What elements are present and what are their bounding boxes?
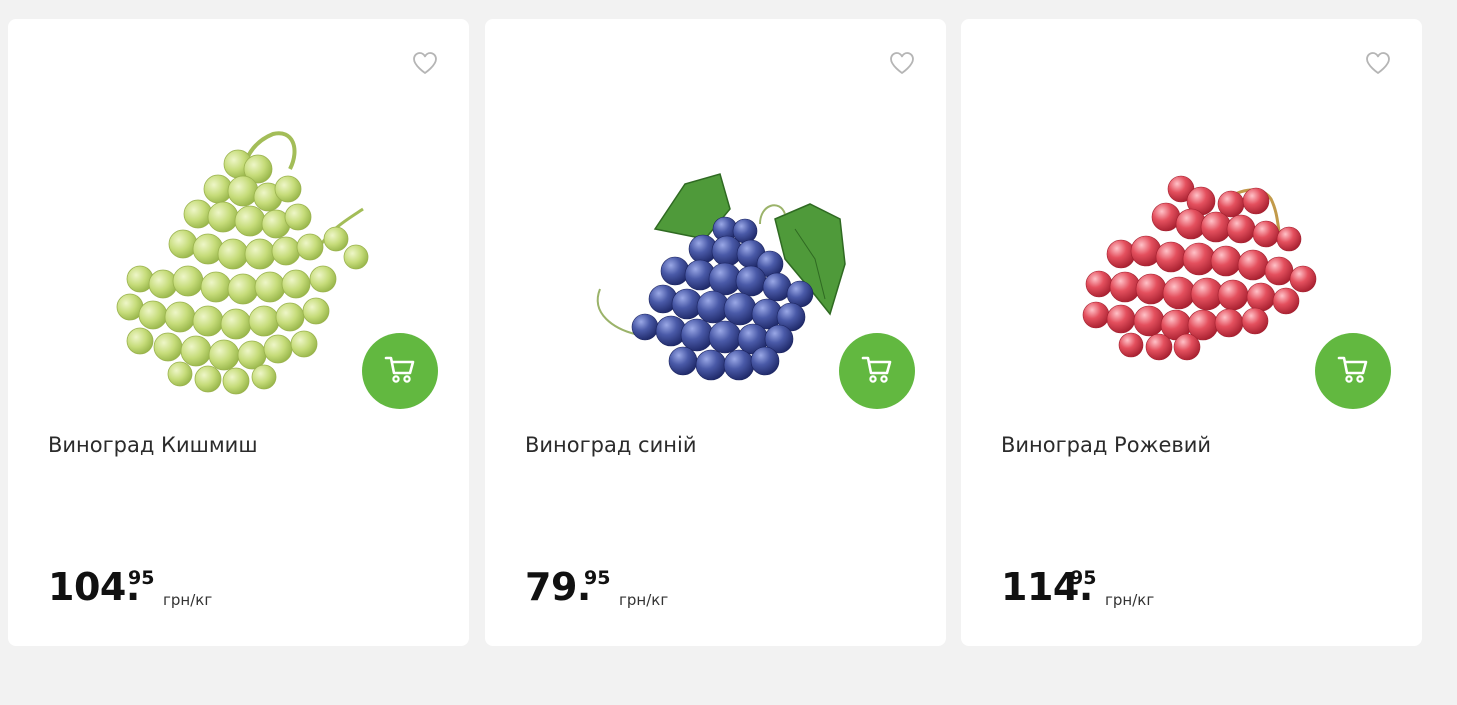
price-cents: 95 [584, 567, 611, 589]
favorite-heart-icon[interactable] [412, 51, 438, 75]
product-name[interactable]: Виноград Рожевий [1001, 433, 1211, 457]
product-card[interactable]: Виноград синій 79. 95 грн/кг [485, 19, 946, 646]
cart-icon [1337, 354, 1369, 388]
product-image-blue-grapes[interactable] [545, 89, 885, 419]
product-name[interactable]: Виноград Кишмиш [48, 433, 258, 457]
product-card[interactable]: Виноград Кишмиш 104. 95 грн/кг [8, 19, 469, 646]
cart-icon [861, 354, 893, 388]
price-cents: 95 [1070, 567, 1097, 589]
add-to-cart-button[interactable] [1315, 333, 1391, 409]
price-unit: грн/кг [163, 591, 213, 609]
product-image-green-grapes[interactable] [68, 89, 408, 419]
price-unit: грн/кг [1105, 591, 1155, 609]
favorite-heart-icon[interactable] [1365, 51, 1391, 75]
add-to-cart-button[interactable] [362, 333, 438, 409]
favorite-heart-icon[interactable] [889, 51, 915, 75]
product-name[interactable]: Виноград синій [525, 433, 696, 457]
cart-icon [384, 354, 416, 388]
product-card[interactable]: Виноград Рожевий 114. 95 грн/кг [961, 19, 1422, 646]
price-main: 104. [48, 565, 140, 609]
price-cents: 95 [128, 567, 155, 589]
price-main: 79. [525, 565, 591, 609]
price-unit: грн/кг [619, 591, 669, 609]
product-image-pink-grapes[interactable] [1021, 89, 1361, 419]
add-to-cart-button[interactable] [839, 333, 915, 409]
